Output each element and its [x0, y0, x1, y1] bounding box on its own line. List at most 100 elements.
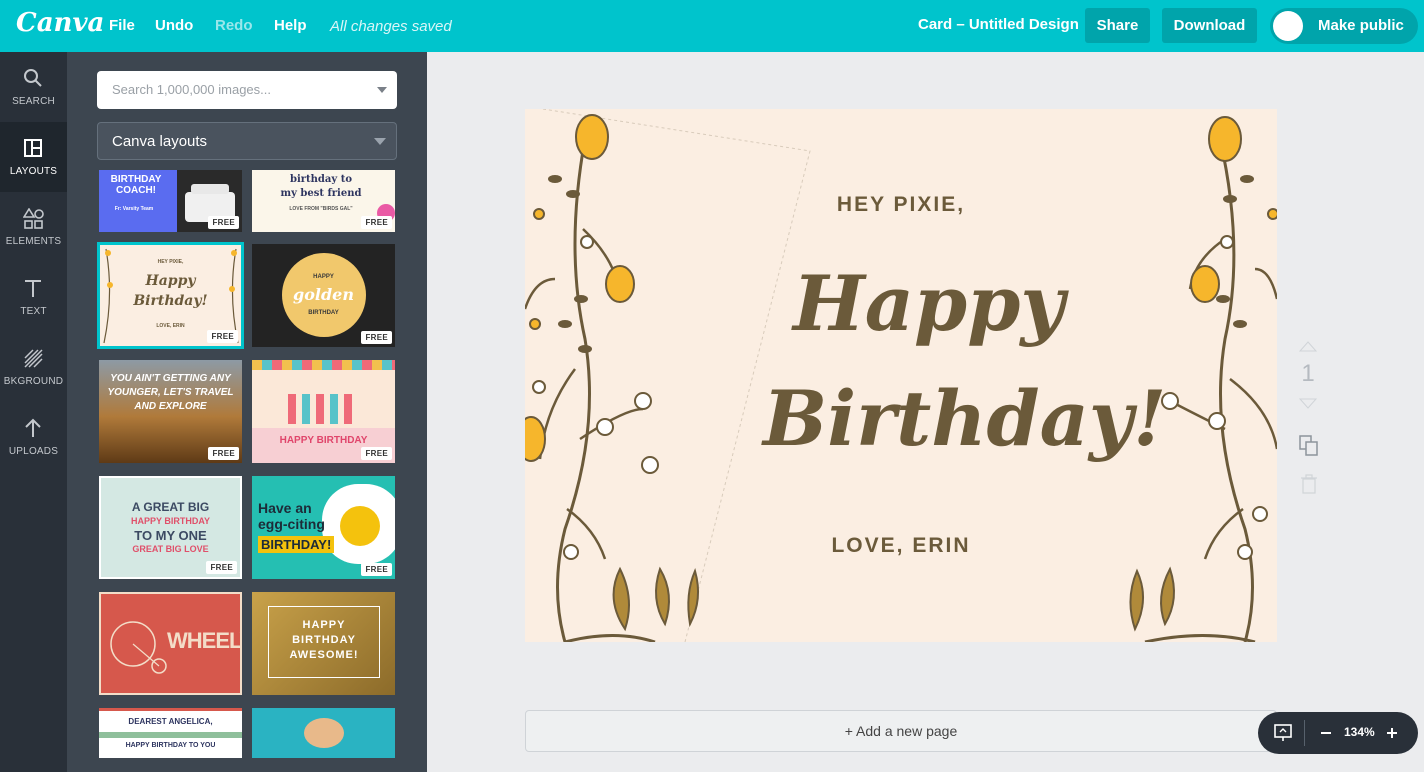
- chevron-down-icon[interactable]: [377, 87, 387, 93]
- bicycle-icon: [110, 621, 167, 674]
- free-badge: FREE: [361, 563, 392, 576]
- redo-button[interactable]: Redo: [215, 17, 253, 34]
- thumb-text: BIRTHDAY COACH!: [110, 174, 162, 196]
- free-badge: FREE: [207, 330, 238, 343]
- layout-thumbnail[interactable]: HAPPY golden BIRTHDAY FREE: [252, 244, 395, 347]
- toggle-knob: [1273, 11, 1303, 41]
- trash-icon[interactable]: [1301, 474, 1317, 494]
- candle: [344, 394, 352, 424]
- thumb-text: birthday to: [289, 174, 352, 185]
- thumb-text: BIRTHDAY: [308, 310, 339, 316]
- thumb-text: WHEELY: [167, 628, 240, 653]
- help-menu[interactable]: Help: [274, 17, 307, 34]
- free-badge: FREE: [208, 447, 239, 460]
- card-greeting[interactable]: HEY PIXIE,: [751, 193, 1051, 217]
- layout-thumbnail[interactable]: WHEELY: [99, 592, 242, 695]
- layout-thumbnail[interactable]: YOU AIN'T GETTING ANY YOUNGER, LET'S TRA…: [99, 360, 242, 463]
- side-rail: SEARCH LAYOUTS ELEMENTS TEXT BKGROUND UP…: [0, 52, 67, 772]
- layouts-panel: Search 1,000,000 images... Canva layouts…: [67, 52, 427, 772]
- child-photo: [304, 718, 344, 748]
- free-badge: FREE: [208, 216, 239, 229]
- make-public-toggle[interactable]: Make public: [1270, 8, 1418, 44]
- layout-thumbnail[interactable]: birthday to my best friend LOVE FROM "BI…: [252, 170, 395, 232]
- chevron-down-icon: [374, 138, 386, 145]
- rail-uploads[interactable]: UPLOADS: [0, 402, 67, 472]
- search-icon: [24, 69, 42, 87]
- zoom-in-icon[interactable]: [1386, 727, 1398, 739]
- background-icon: [24, 349, 43, 368]
- thumb-text: HAPPY BIRTHDAY TO YOU: [125, 742, 216, 749]
- candle: [316, 394, 324, 424]
- layout-thumbnail[interactable]: HAPPY BIRTHDAY FREE: [252, 360, 395, 463]
- layout-thumbnail[interactable]: BIRTHDAY COACH! Fr: Varsity Team FREE: [99, 170, 242, 232]
- card-headline-line2[interactable]: Birthday!: [763, 374, 1166, 463]
- candle: [302, 394, 310, 424]
- shapes-icon: [23, 208, 44, 229]
- card-signoff[interactable]: LOVE, ERIN: [751, 534, 1051, 558]
- design-canvas[interactable]: HEY PIXIE, Happy Birthday! LOVE, ERIN: [525, 109, 1277, 642]
- layout-thumbnail[interactable]: DEAREST ANGELICA, HAPPY BIRTHDAY TO YOU: [99, 708, 242, 758]
- download-button[interactable]: Download: [1162, 8, 1257, 43]
- thumb-text: BIRTHDAY!: [258, 536, 335, 553]
- rail-layouts-label: LAYOUTS: [9, 166, 58, 177]
- thumb-text: HAPPY BIRTHDAY AWESOME!: [289, 619, 359, 661]
- chevron-down-icon[interactable]: [1299, 398, 1317, 410]
- zoom-controls: 134%: [1258, 712, 1418, 754]
- thumb-text: Fr: Varsity Team: [114, 206, 154, 212]
- chevron-up-icon[interactable]: [1299, 340, 1317, 352]
- top-bar: Canva File Undo Redo Help All changes sa…: [0, 0, 1424, 52]
- cake-top: [191, 184, 229, 194]
- zoom-level[interactable]: 134%: [1344, 725, 1375, 739]
- rail-background-label: BKGROUND: [3, 376, 64, 387]
- thumb-text: Have an: [258, 500, 312, 516]
- egg-yolk: [340, 506, 380, 546]
- free-badge: FREE: [361, 447, 392, 460]
- thumb-text: A GREAT BIG: [131, 500, 210, 514]
- divider: [1304, 720, 1305, 746]
- rail-text-label: TEXT: [20, 306, 47, 317]
- present-icon[interactable]: [1273, 723, 1293, 743]
- layout-thumbnail[interactable]: [252, 708, 395, 758]
- document-title[interactable]: Card – Untitled Design: [918, 16, 1079, 33]
- card-headline-line1[interactable]: Happy: [793, 259, 1065, 348]
- text-icon: [25, 280, 41, 297]
- thumb-text: egg-citing: [258, 516, 325, 532]
- zoom-out-icon[interactable]: [1320, 728, 1332, 738]
- image-search-input[interactable]: Search 1,000,000 images...: [97, 71, 397, 109]
- accent-stripe: [99, 708, 242, 711]
- duplicate-page-icon[interactable]: [1298, 434, 1320, 458]
- canva-logo[interactable]: Canva: [16, 8, 104, 38]
- layout-category-select[interactable]: Canva layouts: [97, 122, 397, 160]
- bunting-decoration: [252, 360, 395, 370]
- rail-search[interactable]: SEARCH: [0, 52, 67, 122]
- thumb-text: LOVE FROM "BIRDS GAL": [289, 206, 353, 212]
- layout-thumbnail[interactable]: Have an egg-citing BIRTHDAY! FREE: [252, 476, 395, 579]
- upload-arrow-icon: [25, 418, 41, 437]
- share-button[interactable]: Share: [1085, 8, 1150, 43]
- thumb-text: HAPPY BIRTHDAY: [279, 435, 368, 446]
- free-badge: FREE: [206, 561, 237, 574]
- thumb-text: HAPPY: [313, 274, 334, 280]
- rail-elements[interactable]: ELEMENTS: [0, 192, 67, 262]
- thumb-text: HAPPY BIRTHDAY: [130, 516, 211, 526]
- candle: [330, 394, 338, 424]
- rail-layouts[interactable]: LAYOUTS: [0, 122, 67, 192]
- page-number: 1: [1301, 360, 1315, 387]
- thumb-text: DEAREST ANGELICA,: [128, 717, 213, 726]
- accent-stripe: [99, 732, 242, 738]
- layout-thumbnail-selected[interactable]: HEY PIXIE, Happy Birthday! LOVE, ERIN FR…: [97, 242, 244, 349]
- candle: [288, 394, 296, 424]
- undo-button[interactable]: Undo: [155, 17, 193, 34]
- free-badge: FREE: [361, 331, 392, 344]
- thumb-text: GREAT BIG LOVE: [132, 544, 209, 554]
- layout-thumbnail[interactable]: HAPPY BIRTHDAY AWESOME!: [252, 592, 395, 695]
- thumb-text: TO MY ONE: [134, 528, 207, 543]
- add-page-button[interactable]: + Add a new page: [525, 710, 1277, 752]
- file-menu[interactable]: File: [109, 17, 135, 34]
- save-status: All changes saved: [330, 18, 452, 35]
- layout-thumbnail[interactable]: A GREAT BIG HAPPY BIRTHDAY TO MY ONE GRE…: [99, 476, 242, 579]
- rail-text[interactable]: TEXT: [0, 262, 67, 332]
- rail-background[interactable]: BKGROUND: [0, 332, 67, 402]
- rail-elements-label: ELEMENTS: [5, 236, 62, 247]
- free-badge: FREE: [361, 216, 392, 229]
